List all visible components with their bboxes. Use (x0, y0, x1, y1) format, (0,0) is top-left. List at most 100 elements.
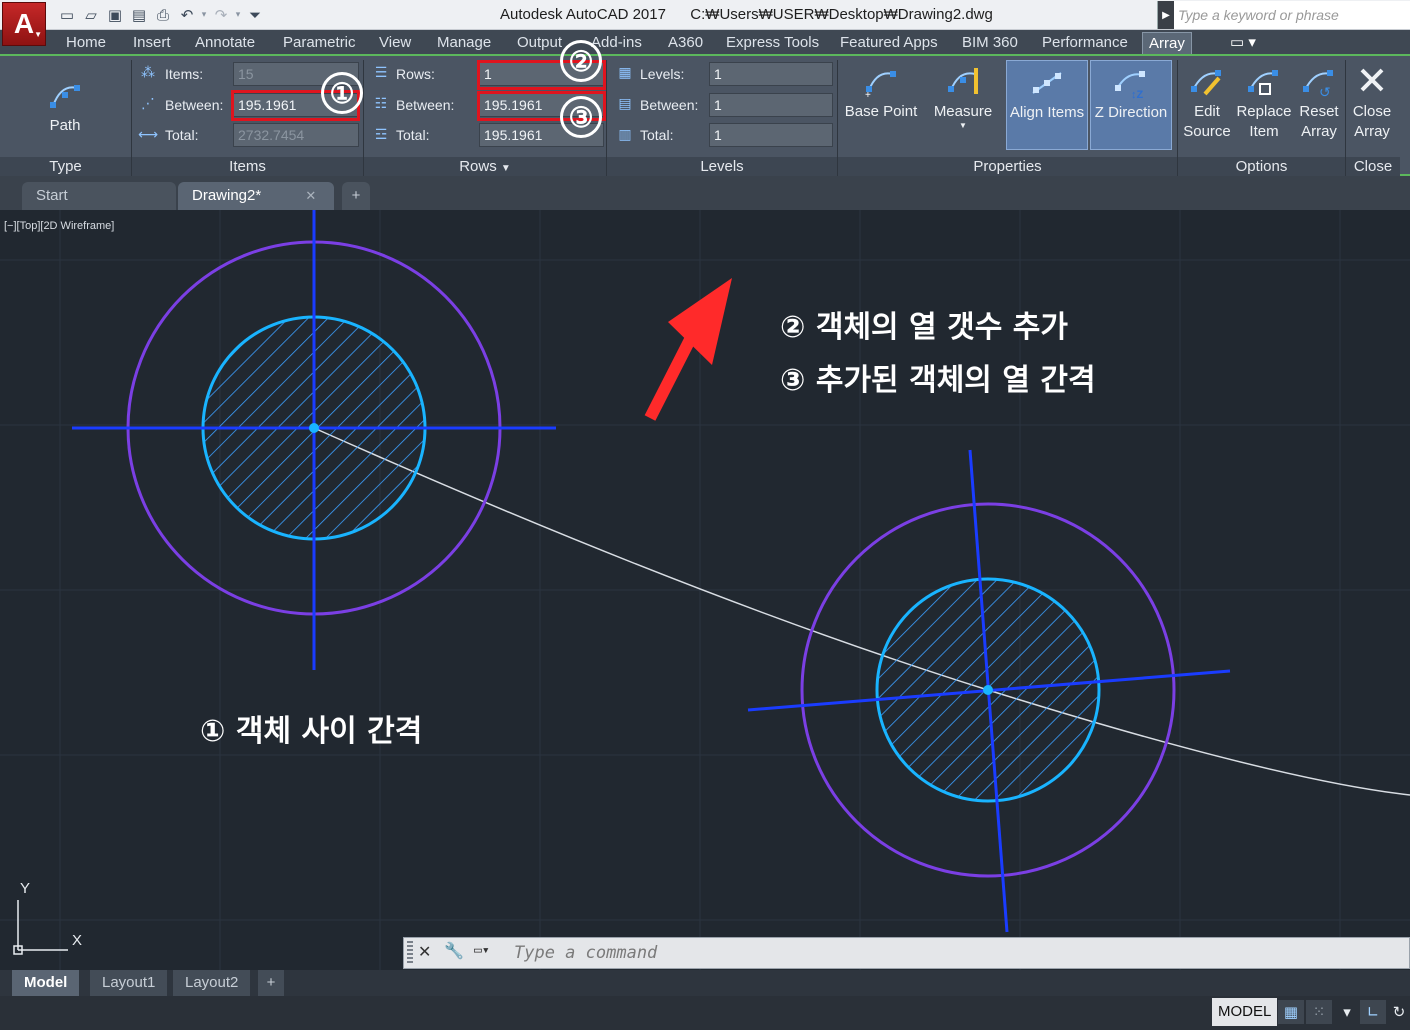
reset-array-button[interactable]: ↺ Reset Array (1294, 64, 1344, 142)
tab-bim-360[interactable]: BIM 360 (956, 32, 1024, 54)
file-path: C:₩Users₩USER₩Desktop₩Drawing2.dwg (690, 6, 993, 23)
base-point-button[interactable]: + Base Point (840, 64, 922, 122)
tab-express-tools[interactable]: Express Tools (720, 32, 825, 54)
polar-tracking-icon[interactable]: ↻ (1388, 1000, 1410, 1024)
levels-count-field[interactable]: 1 (709, 62, 833, 86)
edit-source-button[interactable]: Edit Source (1180, 64, 1234, 142)
base-point-icon: + (865, 71, 896, 98)
svg-text:+: + (865, 90, 871, 98)
base-point-label: Base Point (844, 103, 918, 120)
panel-title-options: Options (1178, 157, 1345, 177)
tab-layout1[interactable]: Layout1 (90, 970, 168, 996)
file-tab-bar: Start Drawing2* ✕ + (0, 176, 1410, 210)
customize-qat-icon[interactable]: ⏷ (244, 4, 266, 26)
close-array-button[interactable]: Close Array (1348, 64, 1396, 142)
save-icon[interactable]: ▣ (104, 4, 126, 26)
drawing-svg (0, 210, 1410, 970)
tab-manage[interactable]: Manage (431, 32, 497, 54)
annotation-row-count: ② 객체의 열 갯수 추가 (780, 310, 1068, 345)
ribbon-panel: Path Type ⁂ Items: 15 ⋰ Between: 195.196… (0, 40, 1410, 177)
undo-icon[interactable]: ↶ (176, 4, 198, 26)
add-layout-button[interactable]: + (258, 970, 284, 996)
callout-2: ② (560, 40, 602, 82)
command-prompt-icon[interactable]: ▭▾ (474, 943, 490, 958)
new-tab-button[interactable]: + (342, 182, 370, 210)
tab-annotate[interactable]: Annotate (189, 32, 261, 54)
ribbon-options-icon[interactable]: ▭ ▾ (1224, 32, 1262, 54)
window-title: Autodesk AutoCAD 2017 C:₩Users₩USER₩Desk… (500, 6, 993, 23)
path-label: Path (49, 117, 81, 134)
application-menu-button[interactable]: A ▼ (2, 2, 46, 46)
items-total-field[interactable]: 2732.7454 (233, 123, 359, 147)
tab-view[interactable]: View (373, 32, 417, 54)
levels-total-field[interactable]: 1 (709, 123, 833, 147)
tab-start[interactable]: Start (22, 182, 176, 210)
items-label: Items: (165, 66, 204, 82)
tab-array[interactable]: Array (1142, 32, 1192, 54)
model-space-button[interactable]: MODEL (1212, 998, 1278, 1026)
items-total-label: Total: (165, 127, 199, 143)
tab-model[interactable]: Model (12, 970, 80, 996)
path-type-button[interactable]: Path (20, 78, 110, 136)
svg-text:↕Z: ↕Z (1131, 89, 1144, 99)
measure-dropdown-icon: ▼ (959, 121, 967, 130)
tab-close-icon[interactable]: ✕ (305, 188, 316, 203)
app-logo-letter: A (13, 8, 35, 39)
align-items-button[interactable]: Align Items (1006, 60, 1088, 150)
rows-between-icon: ☷ (374, 96, 388, 112)
command-line: ✕ 🔧 ▭▾ (403, 937, 1410, 969)
measure-icon (948, 68, 978, 94)
tab-performance[interactable]: Performance (1036, 32, 1134, 54)
ribbon-tab-bar: Home Insert Annotate Parametric View Man… (0, 30, 1410, 54)
items-between-icon: ⋰ (141, 96, 155, 112)
close-array-label-1: Close (1352, 103, 1392, 120)
tab-featured-apps[interactable]: Featured Apps (834, 32, 944, 54)
tab-insert[interactable]: Insert (127, 32, 177, 54)
rows-label: Rows: (396, 66, 435, 82)
command-input[interactable] (514, 942, 1394, 964)
drawing-canvas[interactable]: [−][Top][2D Wireframe] ② 객체의 열 갯수 추가 ③ 추… (0, 210, 1410, 970)
app-menu-caret-icon: ▼ (34, 30, 42, 39)
z-direction-button[interactable]: ↕Z Z Direction (1090, 60, 1172, 150)
close-icon[interactable]: ✕ (418, 942, 431, 961)
panel-title-items: Items (132, 157, 363, 177)
ucs-x-label: X (72, 932, 83, 949)
tab-a360[interactable]: A360 (662, 32, 709, 54)
replace-item-icon (1248, 70, 1278, 95)
new-file-icon[interactable]: ▭ (56, 4, 78, 26)
tab-drawing2[interactable]: Drawing2* ✕ (178, 182, 334, 210)
ortho-mode-icon[interactable]: ∟ (1360, 1000, 1386, 1024)
rows-panel-title-text: Rows (459, 158, 497, 175)
close-icon (1360, 68, 1384, 92)
layout-tab-bar: Model Layout1 Layout2 + (0, 970, 1410, 996)
print-icon[interactable]: ⎙ (152, 4, 174, 26)
viewport-controls[interactable]: [−][Top][2D Wireframe] (4, 220, 114, 232)
tab-drawing2-label: Drawing2* (192, 187, 262, 204)
command-line-grip[interactable] (407, 941, 413, 965)
redo-icon[interactable]: ↷ (210, 4, 232, 26)
snap-mode-icon[interactable]: ⁙ (1306, 1000, 1332, 1024)
open-folder-icon[interactable]: ▱ (80, 4, 102, 26)
levels-total-icon: ▥ (618, 127, 632, 143)
quick-access-toolbar: ▭ ▱ ▣ ▤ ⎙ ↶ ▾ ↷ ▾ ⏷ (56, 3, 266, 27)
redo-dropdown-icon[interactable]: ▾ (234, 10, 242, 20)
tab-home[interactable]: Home (60, 32, 112, 54)
path-array-icon (50, 85, 80, 108)
panel-title-rows[interactable]: Rows ▼ (364, 157, 606, 177)
grid-display-icon[interactable]: ▦ (1278, 1000, 1304, 1024)
search-input[interactable] (1178, 5, 1398, 25)
undo-dropdown-icon[interactable]: ▾ (200, 10, 208, 20)
measure-button[interactable]: Measure ▼ (926, 64, 1000, 130)
measure-label: Measure (933, 103, 993, 120)
tab-layout2[interactable]: Layout2 (173, 970, 251, 996)
levels-between-field[interactable]: 1 (709, 93, 833, 117)
items-between-label: Between: (165, 97, 224, 113)
z-direction-icon: ↕Z (1115, 71, 1145, 99)
snap-dropdown-icon[interactable]: ▾ (1334, 1000, 1360, 1024)
tab-parametric[interactable]: Parametric (277, 32, 362, 54)
replace-item-button[interactable]: Replace Item (1235, 64, 1293, 142)
wrench-icon[interactable]: 🔧 (444, 941, 464, 960)
save-as-icon[interactable]: ▤ (128, 4, 150, 26)
search-expand-icon[interactable]: ▶ (1158, 1, 1174, 29)
tab-output[interactable]: Output (511, 32, 568, 54)
